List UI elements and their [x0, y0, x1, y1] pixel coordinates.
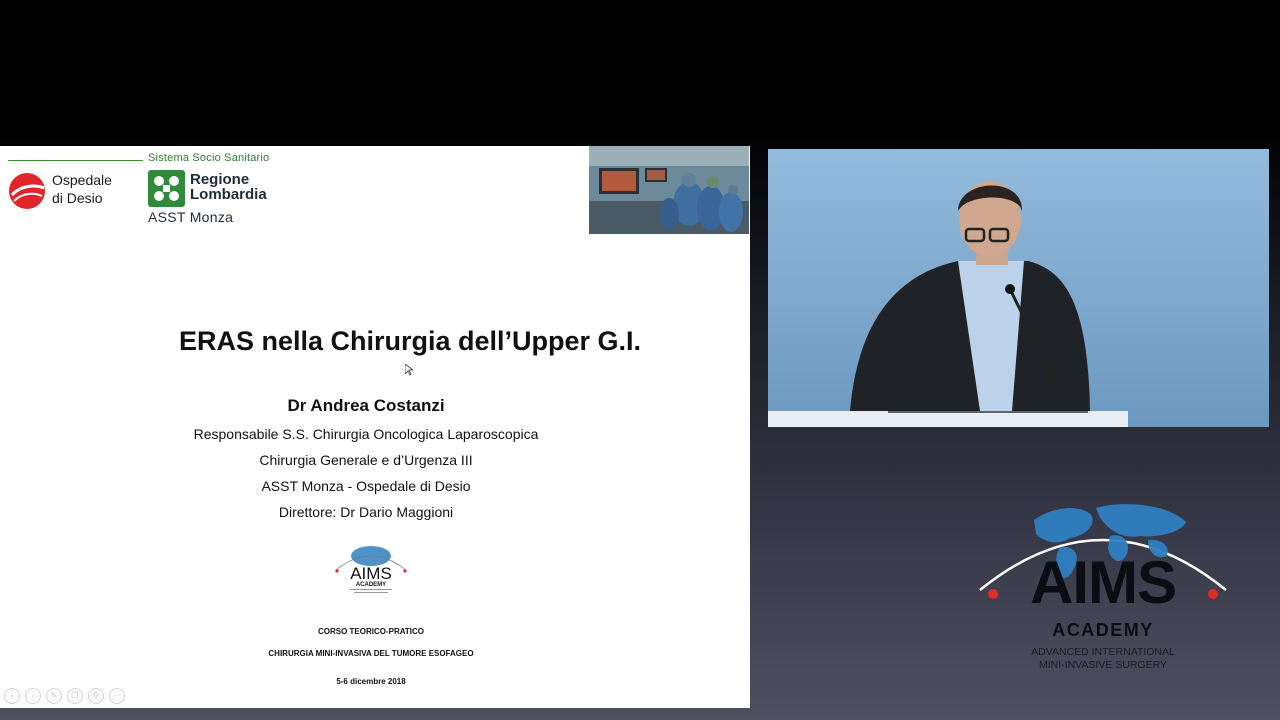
aims-small-academy: ACADEMY	[356, 582, 386, 588]
prev-icon[interactable]: ‹	[4, 688, 20, 704]
course-type: CORSO TEORICO-PRATICO	[317, 627, 425, 636]
next-icon[interactable]: ›	[25, 688, 41, 704]
speaker-video-frame	[768, 149, 1269, 427]
accent-dot	[335, 569, 339, 573]
aims-small-word: AIMS	[350, 564, 392, 583]
slide-toolbar: ‹ › ✎ ❐ ⚲ ⋯	[4, 688, 125, 704]
course-dates: 5-6 dicembre 2018	[336, 677, 406, 686]
aims-academy: ACADEMY	[1052, 620, 1154, 640]
aims-wordmark: AIMS	[1030, 549, 1177, 616]
affiliation-line: Responsabile S.S. Chirurgia Oncologica L…	[193, 426, 539, 442]
region-logo-icon	[148, 170, 185, 207]
affiliation-line: ASST Monza - Ospedale di Desio	[261, 478, 471, 494]
operating-room-photo	[589, 146, 749, 234]
hospital-name: Ospedale di Desio	[52, 171, 112, 207]
system-title: Sistema Socio Sanitario	[148, 152, 270, 164]
aims-tagline-line1: ADVANCED INTERNATIONAL	[1031, 646, 1175, 658]
aims-tagline-line2: MINI-INVASIVE SURGERY	[1039, 659, 1167, 671]
region-name-line2: Lombardia	[190, 186, 267, 203]
aims-small-logo: AIMS ACADEMY	[335, 546, 407, 593]
pen-icon[interactable]: ✎	[46, 688, 62, 704]
affiliation-line: Chirurgia Generale e d’Urgenza III	[259, 452, 473, 468]
header-divider	[8, 160, 143, 161]
presentation-slide: Ospedale di Desio Sistema Socio Sanitari…	[0, 146, 750, 708]
presentation-stage: Ospedale di Desio Sistema Socio Sanitari…	[0, 0, 1280, 720]
region-name: Regione Lombardia	[190, 172, 267, 202]
region-name-line1: Regione	[190, 171, 250, 188]
asst-label: ASST Monza	[148, 209, 234, 225]
affiliation-line: Direttore: Dr Dario Maggioni	[278, 504, 454, 520]
course-name: CHIRURGIA MINI-INVASIVA DEL TUMORE ESOFA…	[268, 649, 474, 658]
hospital-name-line1: Ospedale	[52, 172, 112, 188]
copy-icon[interactable]: ❐	[67, 688, 83, 704]
accent-dot	[403, 569, 407, 573]
zoom-icon[interactable]: ⚲	[88, 688, 104, 704]
hospital-name-line2: di Desio	[52, 190, 103, 206]
slide-title: ERAS nella Chirurgia dell’Upper G.I.	[178, 326, 642, 356]
speaker-video	[768, 149, 1269, 427]
hospital-logo-icon	[9, 173, 45, 209]
more-icon[interactable]: ⋯	[109, 688, 125, 704]
speaker-name: Dr Andrea Costanzi	[287, 396, 445, 415]
mouse-cursor-icon	[405, 364, 413, 376]
